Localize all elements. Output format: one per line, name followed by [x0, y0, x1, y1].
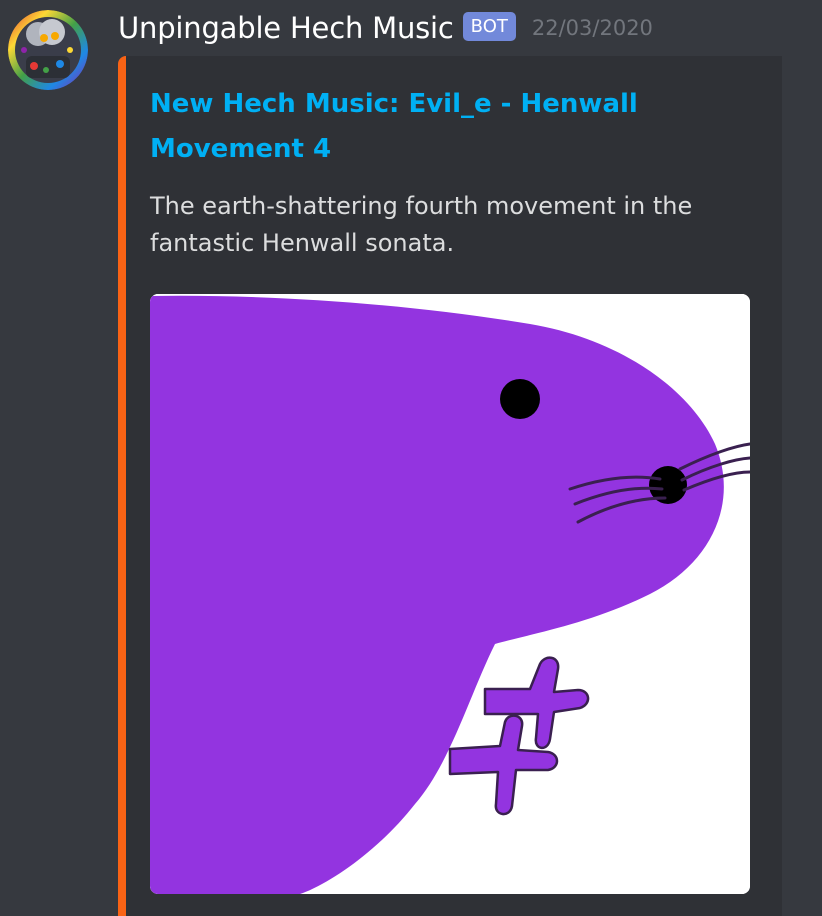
message-header: Unpingable Hech Music BOT 22/03/2020: [118, 8, 653, 48]
embed-description: The earth-shattering fourth movement in …: [150, 192, 693, 257]
timestamp: 22/03/2020: [531, 16, 653, 40]
avatar-image: [8, 10, 88, 90]
chat-message: Unpingable Hech Music BOT 22/03/2020 New…: [0, 0, 822, 916]
avatar[interactable]: [8, 10, 88, 90]
embed-image[interactable]: [150, 294, 750, 894]
embed: New Hech Music: Evil_e - Henwall Movemen…: [118, 56, 782, 916]
username[interactable]: Unpingable Hech Music: [118, 11, 454, 45]
embed-title-link[interactable]: New Hech Music: Evil_e - Henwall Movemen…: [150, 82, 670, 172]
bot-badge: BOT: [462, 11, 516, 41]
purple-creature-image: [150, 294, 750, 894]
